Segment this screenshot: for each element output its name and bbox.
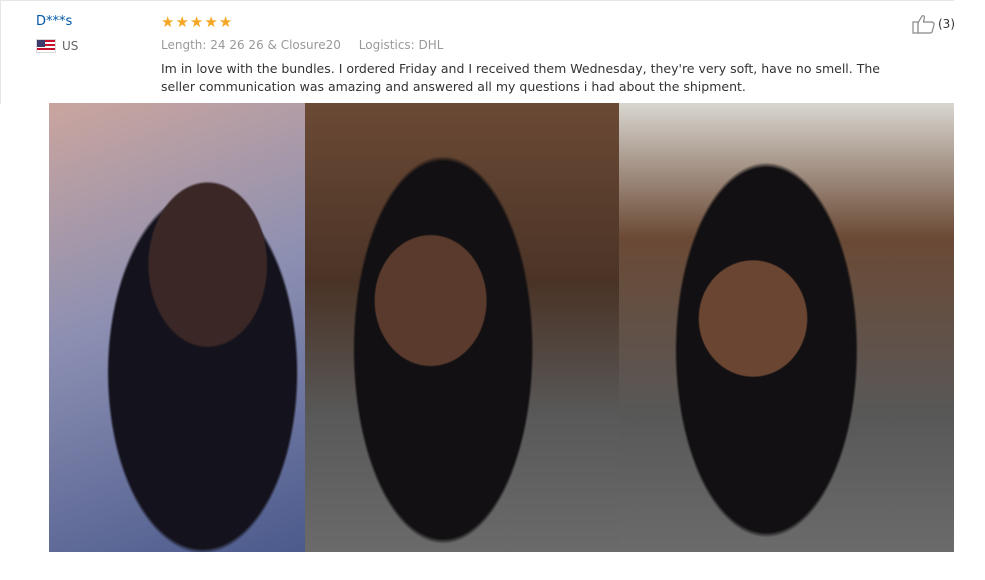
helpful-button[interactable]: (3): [912, 14, 955, 34]
star-icon: ★: [204, 13, 218, 31]
review-content: ★ ★ ★ ★ ★ Length: 24 26 26 & Closure20 L…: [161, 14, 901, 96]
star-icon: ★: [218, 13, 233, 31]
logistics-label: Logistics:: [358, 38, 415, 52]
star-icon: ★: [189, 13, 204, 31]
divider: [0, 0, 954, 1]
review-text: Im in love with the bundles. I ordered F…: [161, 61, 880, 94]
review-photo[interactable]: [49, 103, 305, 552]
review-photo[interactable]: [305, 103, 619, 552]
reviewer-info: D***s US: [36, 14, 78, 53]
review-photos: [49, 103, 954, 552]
length-label: Length:: [161, 38, 207, 52]
star-rating: ★ ★ ★ ★ ★: [161, 14, 901, 30]
length-value: 24 26 26 & Closure20: [210, 38, 341, 52]
thumbs-up-icon[interactable]: [912, 14, 936, 34]
country-label: US: [62, 39, 79, 53]
review-attributes: Length: 24 26 26 & Closure20 Logistics: …: [161, 38, 901, 52]
divider: [0, 0, 1, 104]
star-icon: ★: [161, 13, 175, 31]
logistics-value: DHL: [418, 38, 444, 52]
star-icon: ★: [175, 13, 189, 31]
review-photo[interactable]: [619, 103, 954, 552]
helpful-count: (3): [938, 17, 955, 31]
reviewer-country: US: [36, 39, 78, 53]
reviewer-name: D***s: [36, 14, 73, 29]
us-flag-icon: [36, 39, 56, 53]
